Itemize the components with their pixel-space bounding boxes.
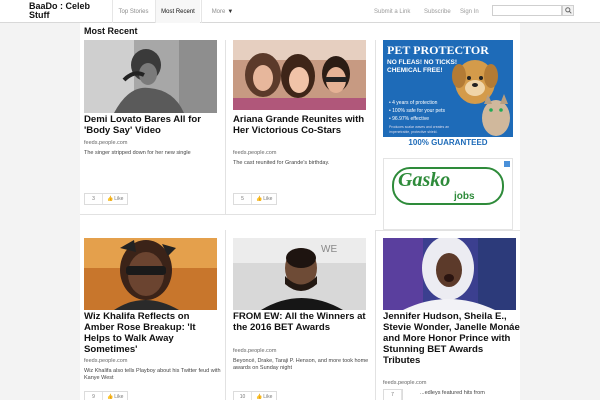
story-image[interactable]: WE bbox=[233, 238, 366, 310]
story-description: Wiz Khalifa also tells Playboy about his… bbox=[84, 368, 221, 381]
tab-top-stories[interactable]: Top Stories bbox=[112, 0, 154, 23]
like-widget[interactable]: 7 bbox=[383, 389, 403, 400]
ad-subtitle: CHEMICAL FREE! bbox=[387, 67, 443, 74]
story-source: feeds.people.com bbox=[84, 140, 128, 146]
story-image[interactable] bbox=[84, 238, 217, 310]
like-count: 5 bbox=[234, 194, 252, 204]
like-button[interactable]: 👍 Like bbox=[103, 196, 127, 202]
thumbs-up-icon: 👍 bbox=[256, 394, 263, 400]
like-count: 3 bbox=[85, 194, 103, 204]
tab-more[interactable]: More ▼ bbox=[201, 0, 243, 23]
section-title: Most Recent bbox=[84, 26, 138, 36]
like-label: Like bbox=[263, 394, 273, 400]
like-button[interactable]: 👍 Like bbox=[252, 394, 276, 400]
like-widget[interactable]: 5 👍 Like bbox=[233, 193, 278, 205]
divider bbox=[80, 214, 376, 215]
like-count: 7 bbox=[384, 390, 402, 400]
tab-most-recent[interactable]: Most Recent bbox=[155, 0, 200, 23]
divider bbox=[375, 230, 520, 231]
site-logo[interactable]: BaaDo : Celeb Stuff bbox=[29, 2, 109, 20]
like-widget[interactable]: 9 👍 Like bbox=[84, 391, 129, 400]
subscribe-link[interactable]: Subscribe bbox=[424, 0, 451, 23]
story-title[interactable]: Wiz Khalifa Reflects on Amber Rose Break… bbox=[84, 311, 222, 355]
tab-label: Top Stories bbox=[118, 8, 149, 15]
divider bbox=[225, 230, 226, 400]
story-source: feeds.people.com bbox=[84, 358, 128, 364]
ad-bullet: • 4 years of protection bbox=[389, 100, 438, 106]
top-bar: BaaDo : Celeb Stuff Top Stories Most Rec… bbox=[0, 0, 600, 23]
divider bbox=[375, 40, 376, 215]
divider bbox=[375, 230, 376, 400]
story-source: feeds.people.com bbox=[233, 348, 277, 354]
story-source: feeds.people.com bbox=[383, 380, 427, 386]
svg-text:WE: WE bbox=[321, 244, 337, 255]
story-title[interactable]: Ariana Grande Reunites with Her Victorio… bbox=[233, 114, 371, 136]
story-description: ...edleys featured hits from bbox=[420, 390, 485, 396]
story-image[interactable] bbox=[383, 238, 516, 310]
like-widget[interactable]: 3 👍 Like bbox=[84, 193, 129, 205]
search-icon bbox=[564, 7, 572, 14]
like-widget[interactable]: 10 👍 Like bbox=[233, 391, 278, 400]
chevron-down-icon: ▼ bbox=[227, 8, 234, 15]
story-source: feeds.people.com bbox=[233, 150, 277, 156]
story-description: The singer stripped down for her new sin… bbox=[84, 150, 191, 156]
ad-choices-icon[interactable] bbox=[504, 161, 510, 167]
like-label: Like bbox=[114, 196, 124, 202]
like-button[interactable]: 👍 Like bbox=[252, 196, 276, 202]
story-title[interactable]: Demi Lovato Bares All for 'Body Say' Vid… bbox=[84, 114, 222, 136]
sign-in-link[interactable]: Sign In bbox=[460, 0, 479, 23]
story-description: The cast reunited for Grande's birthday. bbox=[233, 160, 330, 166]
ad-brand-sub: jobs bbox=[454, 191, 475, 202]
search-input[interactable] bbox=[492, 5, 562, 16]
tab-label: More bbox=[211, 8, 226, 15]
divider bbox=[225, 40, 226, 215]
like-label: Like bbox=[114, 394, 124, 400]
story-title[interactable]: FROM EW: All the Winners at the 2016 BET… bbox=[233, 311, 371, 333]
thumbs-up-icon: 👍 bbox=[107, 196, 114, 202]
search-button[interactable] bbox=[562, 5, 574, 16]
ad-brand: Gasko bbox=[398, 169, 451, 191]
thumbs-up-icon: 👍 bbox=[107, 394, 114, 400]
pet-protector-ad[interactable]: PET PROTECTOR NO FLEAS! NO TICKS! CHEMIC… bbox=[383, 40, 513, 148]
story-description: Beyoncé, Drake, Taraji P. Henson, and mo… bbox=[233, 358, 369, 371]
ad-fine-print: Produces scalar waves and creates an imp… bbox=[389, 125, 450, 134]
story-image[interactable] bbox=[84, 40, 217, 113]
submit-link[interactable]: Submit a Link bbox=[374, 0, 410, 23]
thumbs-up-icon: 👍 bbox=[256, 196, 263, 202]
like-button[interactable]: 👍 Like bbox=[103, 394, 127, 400]
like-count: 10 bbox=[234, 392, 252, 400]
like-label: Like bbox=[263, 196, 273, 202]
story-image[interactable] bbox=[233, 40, 366, 110]
ad-bullet: • 96.97% effective bbox=[389, 116, 430, 122]
story-title[interactable]: Jennifer Hudson, Sheila E., Stevie Wonde… bbox=[383, 311, 521, 366]
like-count: 9 bbox=[85, 392, 103, 400]
tab-label: Most Recent bbox=[161, 8, 195, 15]
cat-image bbox=[482, 94, 510, 136]
ad-bullet: • 100% safe for your pets bbox=[389, 108, 445, 114]
ad-guarantee-banner: 100% GUARANTEED bbox=[383, 137, 513, 148]
gasko-jobs-ad[interactable]: Gasko jobs bbox=[383, 158, 513, 230]
